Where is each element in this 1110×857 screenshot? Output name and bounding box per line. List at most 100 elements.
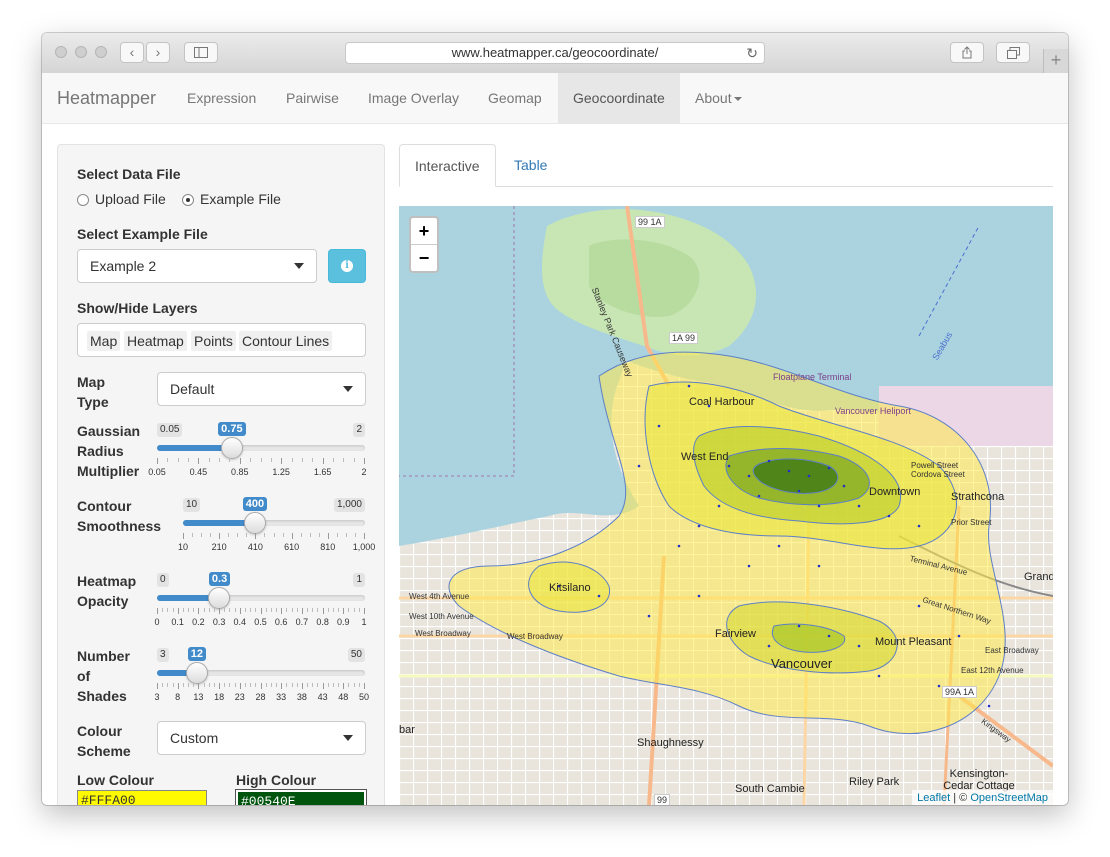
contour-tick (255, 533, 257, 539)
shades-tick (157, 683, 158, 689)
layers-multiselect[interactable]: Map Heatmap Points Contour Lines (77, 323, 366, 357)
opacity-slider[interactable]: 0 1 0.3 0 0.1 0.2 0.3 0.4 0.5 0.6 0.7 0.8 0.9 1 (154, 572, 367, 627)
nav-image-overlay[interactable]: Image Overlay (353, 73, 474, 123)
tab-interactive[interactable]: Interactive (399, 144, 496, 187)
minimize-window-button[interactable] (75, 46, 87, 58)
address-bar[interactable]: www.heatmapper.ca/geocoordinate/ ↻ (345, 42, 765, 64)
opacity-minor-tick (213, 608, 215, 612)
shades-tick (281, 683, 283, 689)
nav-geomap[interactable]: Geomap (473, 73, 557, 123)
opacity-current-value: 0.3 (208, 572, 231, 586)
opacity-minor-tick (193, 608, 195, 612)
opacity-minor-tick (296, 608, 298, 612)
gaussian-label: Gaussian Radius Multiplier (77, 421, 140, 481)
opacity-label-l1: Heatmap (77, 573, 137, 589)
opacity-max-label: 1 (353, 573, 365, 587)
nav-pairwise[interactable]: Pairwise (271, 73, 354, 123)
forward-icon[interactable]: › (146, 42, 170, 63)
map-type-select[interactable]: Default (157, 372, 366, 406)
shades-label-l1: Number (77, 648, 130, 664)
opacity-minor-tick (188, 608, 190, 612)
gaussian-minor-tick (188, 458, 190, 462)
opacity-slider-handle[interactable] (208, 587, 231, 609)
gaussian-slider-handle[interactable] (220, 437, 243, 459)
shades-tick (219, 683, 221, 689)
back-icon[interactable]: ‹ (120, 42, 144, 63)
nav-expression[interactable]: Expression (172, 73, 271, 123)
opacity-minor-tick (317, 608, 319, 612)
example-file-radio[interactable]: Example File (182, 190, 281, 208)
contour-minor-tick (309, 533, 311, 537)
upload-file-radio[interactable]: Upload File (77, 190, 166, 208)
info-button[interactable]: i (328, 249, 366, 283)
leaflet-link[interactable]: Leaflet (917, 792, 950, 804)
reload-icon[interactable]: ↻ (746, 43, 758, 63)
shades-slider-handle[interactable] (185, 662, 208, 684)
opacity-minor-tick (162, 608, 164, 612)
contour-minor-tick (336, 533, 338, 537)
zoom-out-button[interactable]: − (411, 245, 437, 271)
shades-minor-tick (182, 683, 184, 687)
example-file-select[interactable]: Example 2 (77, 249, 317, 283)
shades-slider[interactable]: 3 50 12 3 8 13 18 23 28 33 38 43 48 50 (154, 647, 369, 702)
layer-chip-points[interactable]: Points (191, 331, 236, 351)
shades-tick (343, 683, 345, 689)
gaussian-tick (157, 458, 158, 464)
leaflet-map[interactable]: 99 1A 1A 99 99A 1A 99 Stanley Park Cause… (399, 206, 1053, 805)
low-colour-input[interactable]: #FFFA00 (77, 790, 207, 805)
shades-tick (322, 683, 324, 689)
gaussian-minor-tick (343, 458, 345, 462)
label-west-4th: West 4th Avenue (409, 592, 470, 601)
shades-minor-tick (224, 683, 226, 687)
close-window-button[interactable] (55, 46, 67, 58)
share-icon[interactable] (950, 42, 984, 63)
shades-min-label: 3 (157, 648, 169, 662)
gaussian-slider[interactable]: 0.05 2 0.75 0.05 0.45 0.85 1.25 1.65 2 (148, 422, 367, 477)
osm-link[interactable]: OpenStreetMap (970, 792, 1048, 804)
layer-chip-heatmap[interactable]: Heatmap (124, 331, 187, 351)
opacity-minor-tick (327, 608, 329, 612)
tabs-overview-icon[interactable] (996, 42, 1030, 63)
colour-scheme-select[interactable]: Custom (157, 721, 366, 755)
label-vancouver: Vancouver (771, 656, 833, 671)
gaussian-tick-label: 0.85 (231, 467, 249, 477)
contour-minor-tick (345, 533, 347, 537)
gaussian-tick (322, 458, 324, 464)
contour-tick-label: 410 (247, 542, 263, 552)
shades-minor-tick (276, 683, 278, 687)
shades-tick (198, 683, 200, 689)
tab-table[interactable]: Table (499, 144, 562, 186)
example-file-label: Example File (200, 191, 281, 207)
nav-geocoordinate[interactable]: Geocoordinate (558, 73, 680, 123)
gaussian-ticks (157, 458, 365, 464)
shades-tick-label: 43 (317, 692, 328, 702)
map-type-label-l1: Map (77, 374, 105, 390)
shades-current-value: 12 (187, 647, 206, 661)
nav-about[interactable]: About (680, 73, 757, 123)
opacity-tick-label: 0.3 (212, 617, 226, 627)
high-colour-input[interactable]: #00540E (235, 789, 367, 805)
contour-slider[interactable]: 10 1,000 400 10 210 410 610 810 1,000 (178, 497, 375, 552)
shades-label-l2: of (77, 668, 91, 684)
zoom-in-button[interactable]: + (411, 218, 437, 245)
brand-logo[interactable]: Heatmapper (57, 73, 156, 123)
contour-ticks (183, 533, 365, 539)
contour-min-label: 10 (183, 498, 201, 512)
opacity-minor-tick (307, 608, 309, 612)
shades-minor-tick (286, 683, 288, 687)
layer-chip-map[interactable]: Map (87, 331, 121, 351)
contour-slider-handle[interactable] (243, 512, 266, 534)
opacity-tick-label: 0 (154, 617, 160, 627)
opacity-ticks (157, 608, 365, 614)
opacity-tick-label: 0.1 (171, 617, 184, 627)
chevron-down-icon (294, 263, 304, 269)
sidebar-toggle-icon[interactable] (184, 42, 218, 63)
gaussian-minor-tick (291, 458, 293, 462)
shades-minor-tick (250, 683, 252, 687)
zoom-window-button[interactable] (95, 46, 107, 58)
colour-scheme-l1: Colour (77, 723, 123, 739)
gaussian-tick (364, 458, 365, 464)
layer-chip-contour-lines[interactable]: Contour Lines (239, 331, 333, 351)
new-tab-button[interactable]: + (1043, 49, 1068, 73)
opacity-tick (343, 608, 345, 614)
